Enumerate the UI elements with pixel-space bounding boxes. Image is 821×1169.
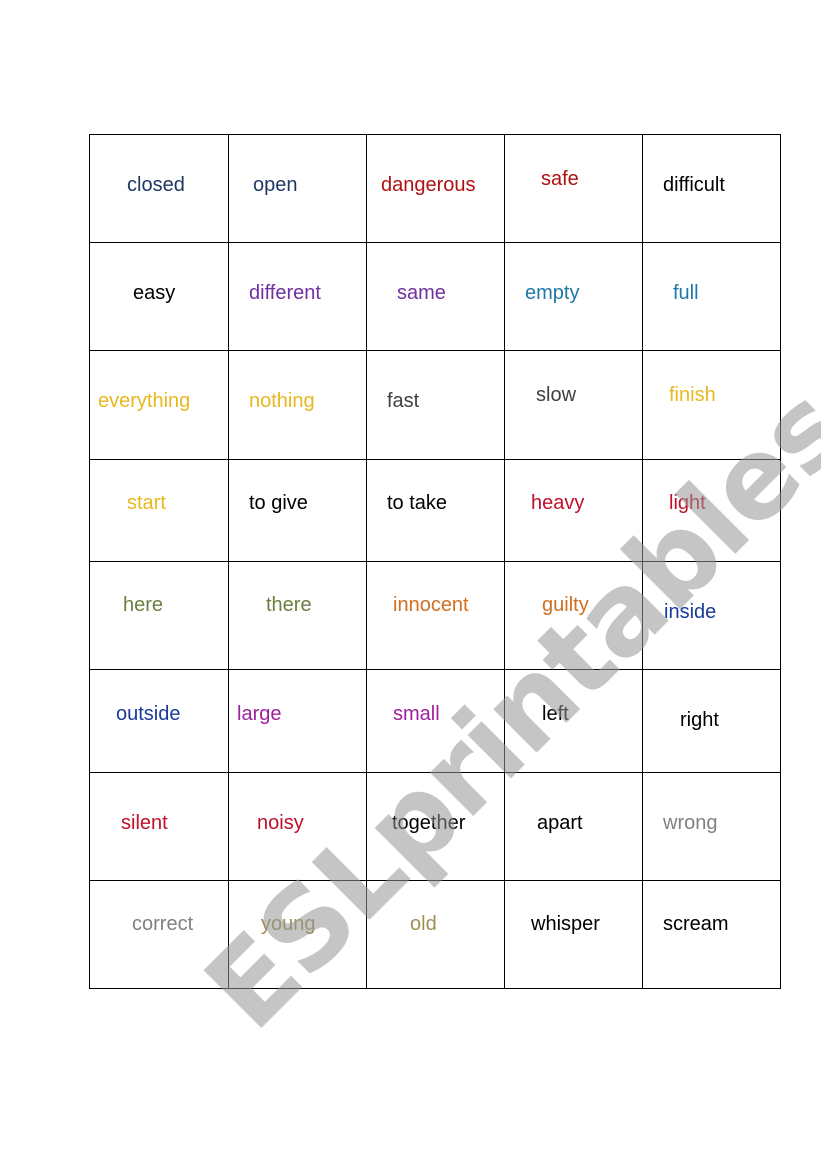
word-label: different <box>249 282 321 304</box>
word-card <box>642 459 781 562</box>
word-label: left <box>542 703 569 725</box>
word-card <box>642 242 781 351</box>
word-label: open <box>253 174 298 196</box>
word-label: same <box>397 282 446 304</box>
word-label: fast <box>387 390 420 412</box>
word-label: to give <box>249 492 308 514</box>
word-card <box>504 669 643 773</box>
word-label: guilty <box>542 594 589 616</box>
word-label: inside <box>664 601 717 623</box>
word-label: start <box>127 492 166 514</box>
word-label: silent <box>121 812 168 834</box>
word-label: there <box>266 594 312 616</box>
word-label: everything <box>98 390 191 412</box>
word-label: right <box>680 709 719 731</box>
word-label: heavy <box>531 492 585 514</box>
word-label: large <box>237 703 282 725</box>
word-label: wrong <box>663 812 718 834</box>
word-card <box>228 134 367 243</box>
word-label: young <box>261 913 316 935</box>
word-label: innocent <box>393 594 469 616</box>
word-label: difficult <box>663 174 725 196</box>
word-label: empty <box>525 282 580 304</box>
word-label: easy <box>133 282 176 304</box>
word-label: nothing <box>249 390 315 412</box>
word-label: correct <box>132 913 194 935</box>
word-label: closed <box>127 174 185 196</box>
word-label: small <box>393 703 440 725</box>
word-label: here <box>123 594 164 616</box>
word-label: whisper <box>531 913 600 935</box>
word-label: finish <box>669 384 716 406</box>
word-label: scream <box>663 913 729 935</box>
word-card-grid: closed open dangerous safe difficult easy diff… <box>0 0 821 1169</box>
word-label: to take <box>387 492 448 514</box>
word-label: slow <box>536 384 577 406</box>
word-label: dangerous <box>381 174 476 196</box>
word-label: light <box>669 492 706 514</box>
word-label: apart <box>537 812 583 834</box>
word-label: safe <box>541 168 579 190</box>
word-label: together <box>392 812 466 834</box>
word-label: noisy <box>257 812 304 834</box>
word-label: outside <box>116 703 181 725</box>
word-label: old <box>410 913 437 935</box>
word-label: full <box>673 282 699 304</box>
